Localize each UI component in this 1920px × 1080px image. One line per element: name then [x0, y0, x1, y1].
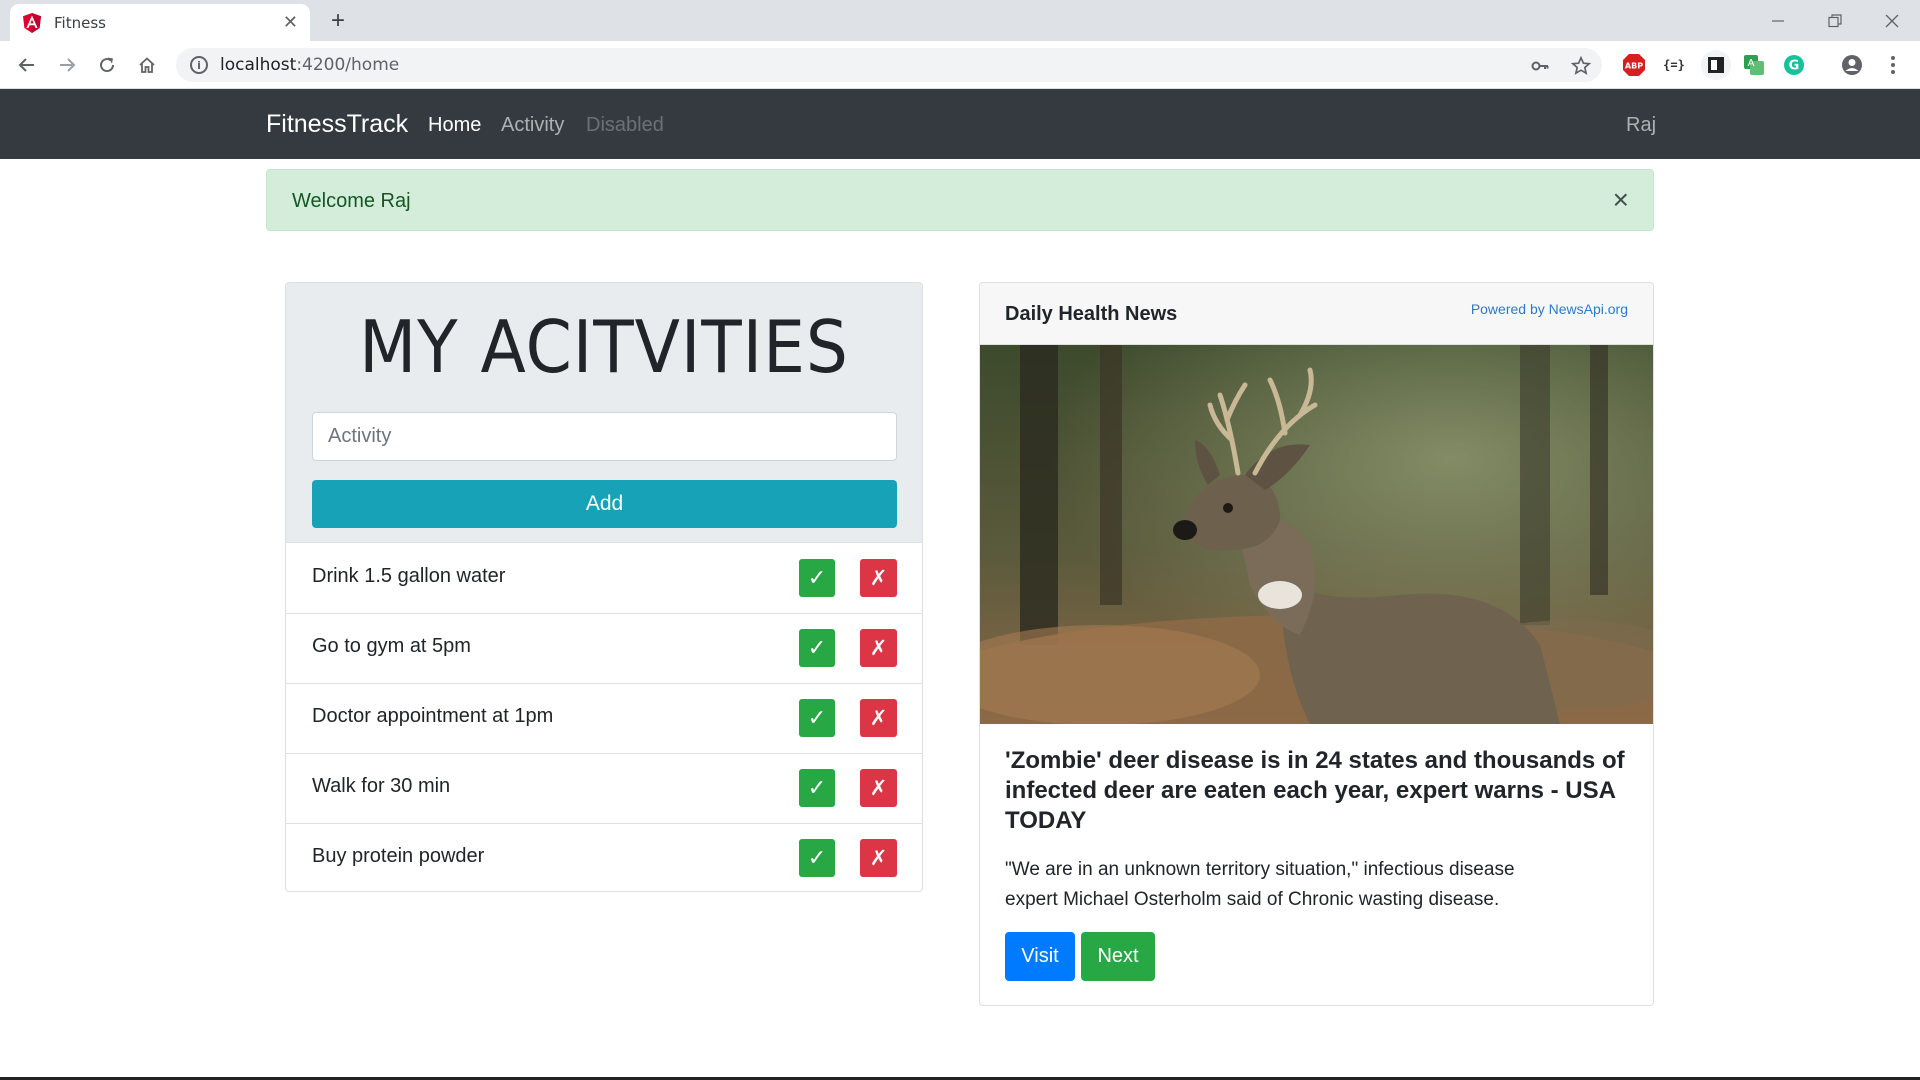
star-icon[interactable] [1571, 56, 1591, 76]
activity-item: Walk for 30 min ✓ ✗ [286, 754, 922, 824]
news-card-header: Daily Health News Powered by NewsApi.org [980, 283, 1653, 345]
next-button[interactable]: Next [1081, 932, 1155, 981]
translate-icon[interactable]: A [1742, 53, 1766, 77]
news-header-title: Daily Health News [1005, 303, 1178, 325]
nav-link-disabled: Disabled [586, 114, 664, 136]
json-formatter-icon[interactable]: {=} [1662, 53, 1686, 77]
activity-label: Buy protein powder [312, 845, 485, 867]
activities-heading: MY ACITVITIES [359, 305, 849, 389]
activity-item: Doctor appointment at 1pm ✓ ✗ [286, 684, 922, 754]
svg-text:ABP: ABP [1625, 62, 1643, 71]
nav-link-activity[interactable]: Activity [501, 114, 564, 137]
activity-label: Go to gym at 5pm [312, 635, 471, 657]
complete-activity-button[interactable]: ✓ [799, 769, 835, 807]
complete-activity-button[interactable]: ✓ [799, 839, 835, 877]
tab-close-icon[interactable]: ✕ [283, 12, 298, 33]
browser-toolbar: i localhost:4200/home ABP {=} A G [0, 41, 1920, 89]
news-image [980, 345, 1653, 724]
tab-title: Fitness [54, 13, 106, 32]
add-activity-button[interactable]: Add [312, 480, 897, 528]
remove-activity-button[interactable]: ✗ [860, 769, 897, 807]
nav-link-home[interactable]: Home [428, 114, 481, 137]
browser-tabstrip: Fitness ✕ + [0, 0, 1920, 41]
remove-activity-button[interactable]: ✗ [860, 559, 897, 597]
powered-by-link[interactable]: Powered by NewsApi.org [1471, 301, 1628, 317]
remove-activity-button[interactable]: ✗ [860, 699, 897, 737]
browser-tab[interactable]: Fitness ✕ [10, 4, 310, 41]
remove-activity-button[interactable]: ✗ [860, 839, 897, 877]
activities-header: MY ACITVITIES Add [286, 283, 922, 543]
activity-label: Drink 1.5 gallon water [312, 565, 506, 587]
alert-close-icon[interactable]: × [1613, 186, 1629, 214]
visit-button[interactable]: Visit [1005, 932, 1075, 981]
grammarly-icon[interactable]: G [1782, 53, 1806, 77]
complete-activity-button[interactable]: ✓ [799, 559, 835, 597]
new-tab-button[interactable]: + [324, 7, 352, 35]
key-icon[interactable] [1530, 56, 1550, 76]
kebab-menu-icon[interactable] [1881, 53, 1905, 77]
news-description: "We are in an unknown territory situatio… [1005, 859, 1515, 910]
minimize-icon[interactable] [1749, 0, 1806, 41]
activities-card: MY ACITVITIES Add Drink 1.5 gallon water… [285, 282, 923, 892]
app-navbar: FitnessTrack Home Activity Disabled Raj [0, 89, 1920, 159]
forward-arrow-icon[interactable] [51, 49, 83, 81]
profile-icon[interactable] [1840, 53, 1864, 77]
complete-activity-button[interactable]: ✓ [799, 699, 835, 737]
activity-item: Go to gym at 5pm ✓ ✗ [286, 614, 922, 684]
user-menu[interactable]: Raj [1626, 114, 1656, 137]
alert-message: Welcome Raj [292, 190, 411, 212]
window-close-icon[interactable] [1863, 0, 1920, 41]
restore-icon[interactable] [1806, 0, 1863, 41]
brand-link[interactable]: FitnessTrack [266, 110, 408, 139]
activity-label: Doctor appointment at 1pm [312, 705, 554, 727]
news-card: Daily Health News Powered by NewsApi.org [979, 282, 1654, 1006]
welcome-alert: Welcome Raj × [266, 169, 1654, 231]
svg-text:{=}: {=} [1663, 58, 1685, 72]
activity-input[interactable] [312, 412, 897, 461]
svg-text:A: A [1748, 58, 1755, 69]
activity-label: Walk for 30 min [312, 775, 451, 797]
reload-icon[interactable] [91, 49, 123, 81]
reader-icon[interactable] [1701, 50, 1731, 80]
remove-activity-button[interactable]: ✗ [860, 629, 897, 667]
activity-item: Drink 1.5 gallon water ✓ ✗ [286, 544, 922, 614]
complete-activity-button[interactable]: ✓ [799, 629, 835, 667]
adblock-icon[interactable]: ABP [1622, 53, 1646, 77]
svg-text:G: G [1789, 59, 1800, 74]
home-icon[interactable] [131, 49, 163, 81]
info-icon[interactable]: i [190, 56, 208, 74]
news-title: 'Zombie' deer disease is in 24 states an… [1005, 747, 1625, 834]
angular-icon [22, 12, 42, 33]
address-bar[interactable]: i localhost:4200/home [176, 48, 1602, 82]
back-arrow-icon[interactable] [11, 49, 43, 81]
activity-item: Buy protein powder ✓ ✗ [286, 824, 922, 891]
url-text: localhost:4200/home [220, 55, 400, 75]
